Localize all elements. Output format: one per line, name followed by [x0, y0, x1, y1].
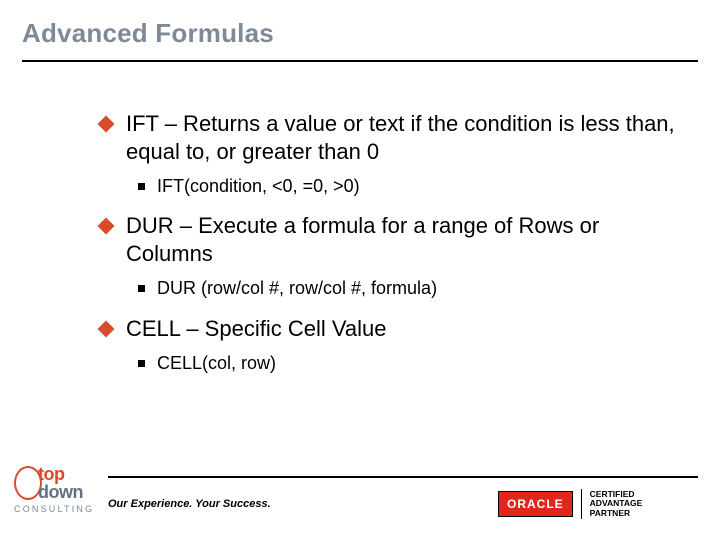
oracle-partner-logo: ORACLE CERTIFIED ADVANTAGE PARTNER: [498, 486, 698, 522]
body: IFT – Returns a value or text if the con…: [100, 110, 690, 390]
topdown-logo: top down CONSULTING: [14, 462, 104, 522]
list-item: DUR – Execute a formula for a range of R…: [100, 212, 690, 300]
bullet-main: IFT – Returns a value or text if the con…: [100, 110, 690, 165]
diamond-icon: [98, 116, 115, 133]
sub-text: CELL(col, row): [157, 352, 690, 375]
title-rule: [22, 60, 698, 62]
vertical-divider: [581, 489, 582, 519]
oracle-partner-text: CERTIFIED ADVANTAGE PARTNER: [590, 490, 643, 518]
square-icon: [138, 285, 145, 292]
slide: Advanced Formulas IFT – Returns a value …: [0, 0, 720, 540]
square-icon: [138, 183, 145, 190]
square-icon: [138, 360, 145, 367]
list-item: CELL – Specific Cell Value CELL(col, row…: [100, 315, 690, 376]
slide-title: Advanced Formulas: [22, 18, 274, 49]
logo-down-text: down: [38, 482, 83, 503]
bullet-main: DUR – Execute a formula for a range of R…: [100, 212, 690, 267]
bullet-sub: DUR (row/col #, row/col #, formula): [138, 277, 690, 300]
logo-consulting-text: CONSULTING: [14, 504, 94, 514]
tagline: Our Experience. Your Success.: [108, 498, 271, 510]
ora-line3: PARTNER: [590, 508, 630, 518]
bullet-text: CELL – Specific Cell Value: [126, 315, 690, 343]
list-item: IFT – Returns a value or text if the con…: [100, 110, 690, 198]
diamond-icon: [98, 320, 115, 337]
oracle-brand-box: ORACLE: [498, 491, 573, 517]
sub-text: DUR (row/col #, row/col #, formula): [157, 277, 690, 300]
footer-rule: [108, 476, 698, 478]
bullet-text: DUR – Execute a formula for a range of R…: [126, 212, 690, 267]
bullet-sub: IFT(condition, <0, =0, >0): [138, 175, 690, 198]
bullet-text: IFT – Returns a value or text if the con…: [126, 110, 690, 165]
diamond-icon: [98, 218, 115, 235]
sub-text: IFT(condition, <0, =0, >0): [157, 175, 690, 198]
bullet-main: CELL – Specific Cell Value: [100, 315, 690, 343]
bullet-sub: CELL(col, row): [138, 352, 690, 375]
